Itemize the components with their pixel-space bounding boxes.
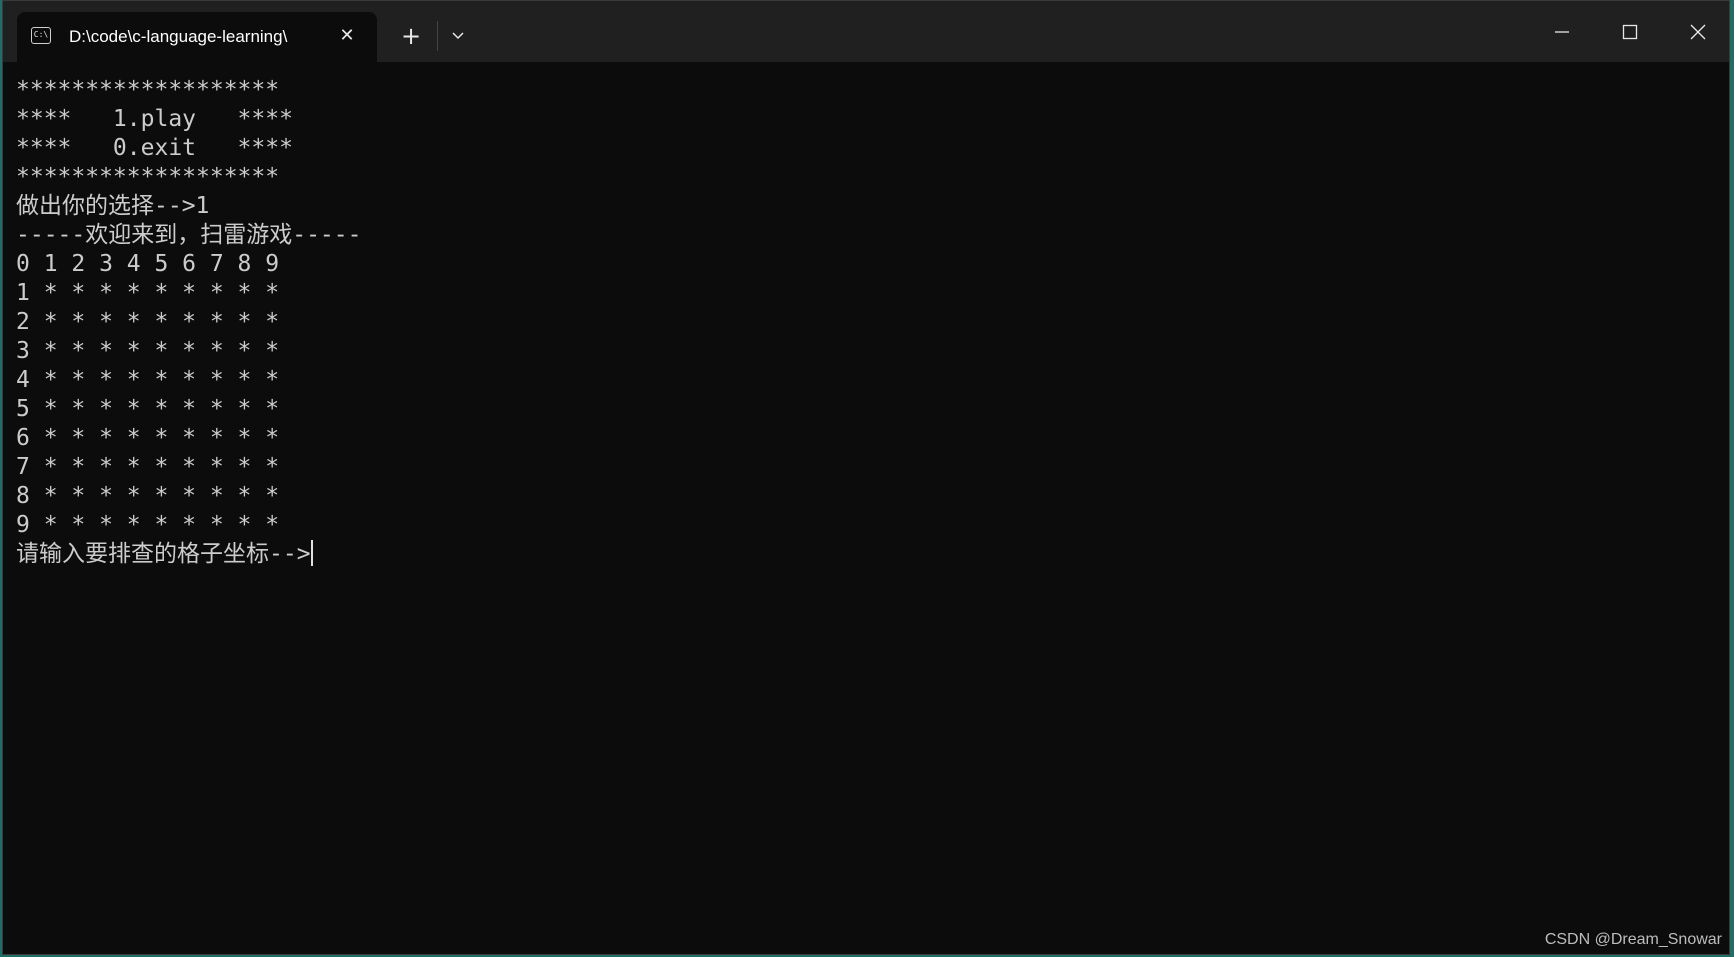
scrollbar[interactable] xyxy=(1717,62,1729,954)
board-row: 8 * * * * * * * * * xyxy=(16,483,280,509)
minimize-button[interactable] xyxy=(1539,13,1585,49)
terminal-tab[interactable]: C:\ D:\code\c-language-learning\ ✕ xyxy=(17,12,377,62)
console-line: **** 1.play **** xyxy=(16,106,293,132)
console-icon: C:\ xyxy=(31,27,51,44)
board-header-line: 0 1 2 3 4 5 6 7 8 9 xyxy=(16,251,280,277)
console-line: ******************* xyxy=(16,77,280,103)
title-bar[interactable]: C:\ D:\code\c-language-learning\ ✕ + xyxy=(3,1,1729,62)
console-line: **** 0.exit **** xyxy=(16,135,293,161)
maximize-button[interactable] xyxy=(1607,13,1653,49)
input-prompt: 请输入要排查的格子坐标--> xyxy=(16,541,311,567)
board-row: 2 * * * * * * * * * xyxy=(16,309,280,335)
tab-dropdown-button[interactable] xyxy=(443,22,473,52)
close-window-button[interactable] xyxy=(1675,13,1721,49)
console-output[interactable]: ******************* **** 1.play **** **** … xyxy=(3,62,1719,954)
console-line: -----欢迎来到，扫雷游戏----- xyxy=(16,222,362,248)
terminal-window: C:\ D:\code\c-language-learning\ ✕ + ***… xyxy=(2,0,1730,955)
board-row: 7 * * * * * * * * * xyxy=(16,454,280,480)
watermark: CSDN @Dream_Snowar xyxy=(1544,931,1722,948)
new-tab-button[interactable]: + xyxy=(396,22,426,52)
board-row: 1 * * * * * * * * * xyxy=(16,280,280,306)
minimize-icon xyxy=(1555,31,1569,33)
board-row: 4 * * * * * * * * * xyxy=(16,367,280,393)
close-icon xyxy=(1690,24,1706,40)
maximize-icon xyxy=(1622,24,1638,40)
board-row: 6 * * * * * * * * * xyxy=(16,425,280,451)
tab-title: D:\code\c-language-learning\ xyxy=(69,27,288,46)
console-line: 做出你的选择-->1 xyxy=(16,193,210,219)
board-row: 9 * * * * * * * * * xyxy=(16,512,280,538)
chevron-down-icon xyxy=(452,32,464,40)
board-row: 3 * * * * * * * * * xyxy=(16,338,280,364)
console-line: ******************* xyxy=(16,164,280,190)
tab-divider xyxy=(437,21,438,51)
text-cursor xyxy=(310,540,313,566)
prompt-line[interactable]: 请输入要排查的格子坐标--> xyxy=(16,540,1719,569)
plus-icon: + xyxy=(400,22,422,50)
board-row: 5 * * * * * * * * * xyxy=(16,396,280,422)
close-tab-button[interactable]: ✕ xyxy=(335,24,359,48)
